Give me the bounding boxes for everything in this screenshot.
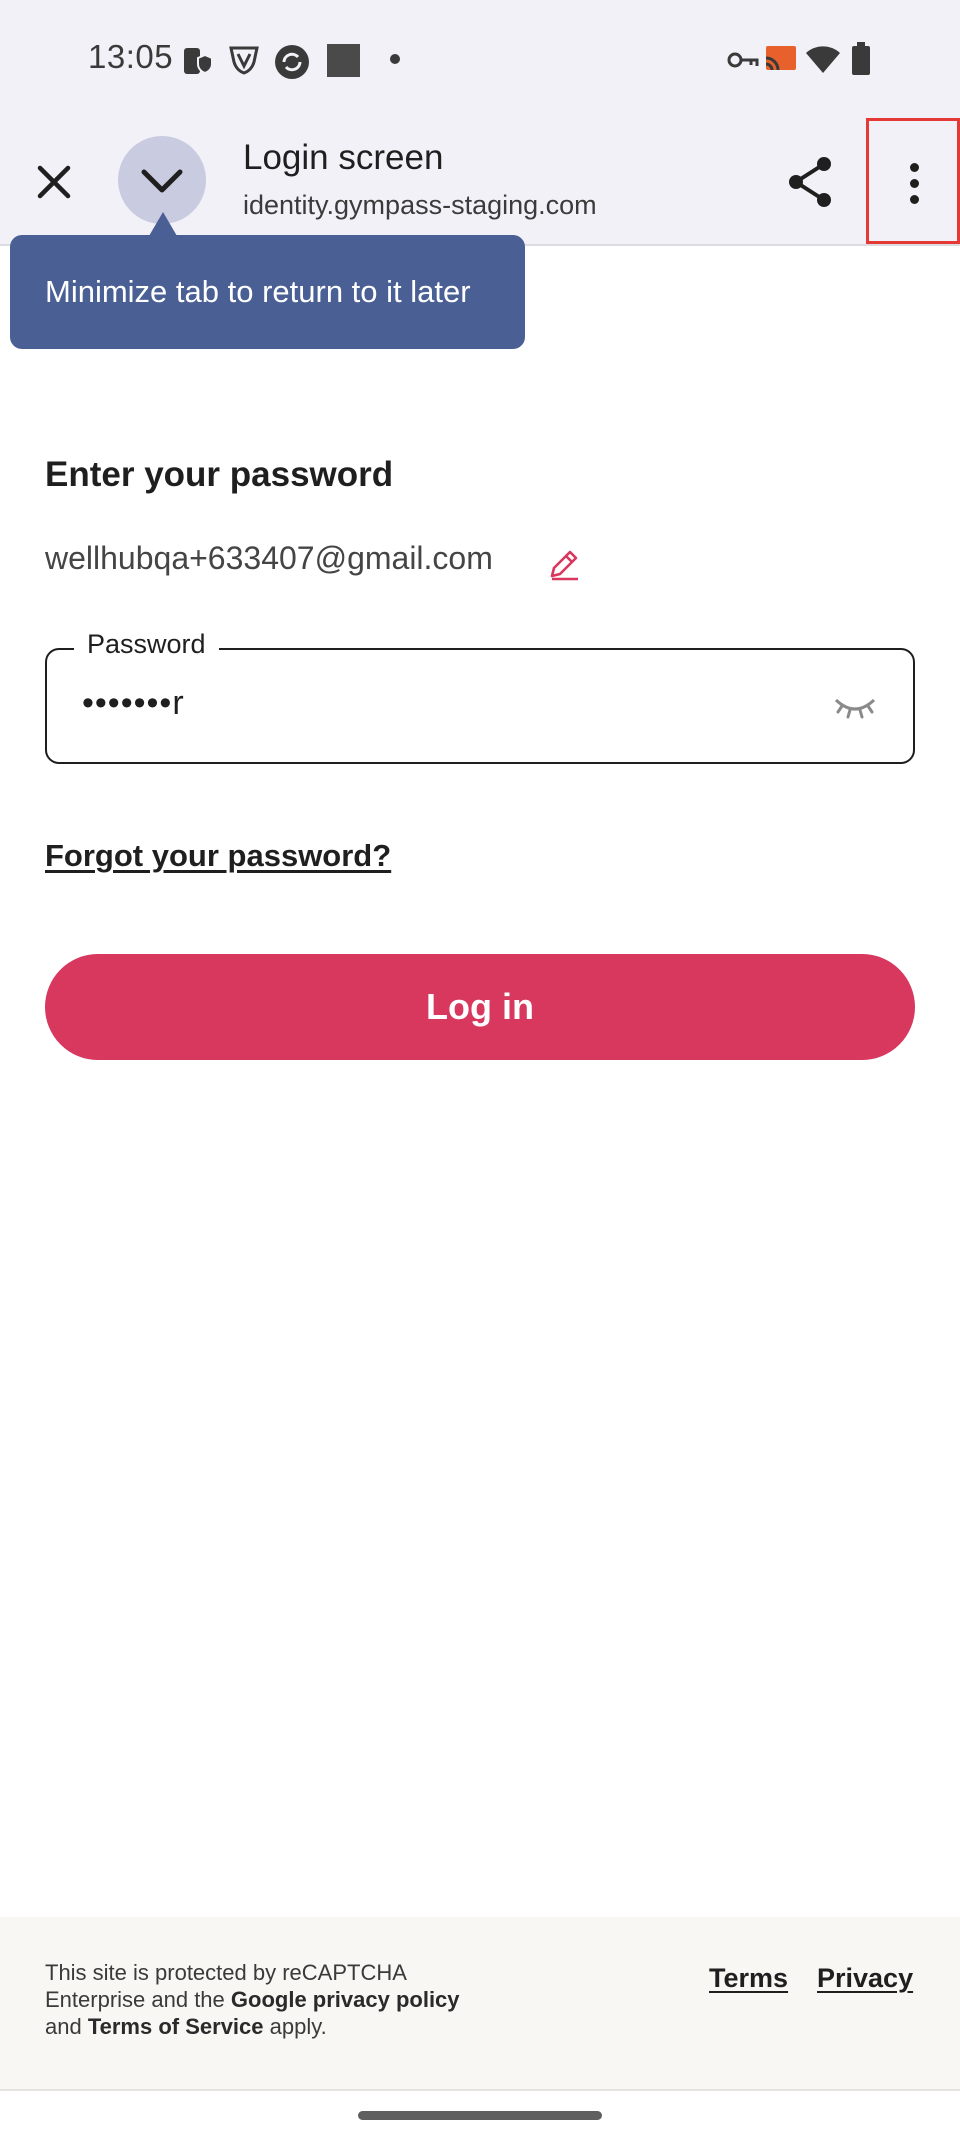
close-icon[interactable] bbox=[26, 154, 82, 210]
browser-toolbar: Login screen identity.gympass-staging.co… bbox=[0, 118, 960, 246]
forgot-password-link[interactable]: Forgot your password? bbox=[45, 838, 391, 874]
status-time: 13:05 bbox=[88, 38, 174, 75]
terms-of-service-link[interactable]: Terms of Service bbox=[88, 2014, 264, 2039]
chevron-down-icon bbox=[141, 169, 183, 193]
page-title: Login screen bbox=[243, 138, 444, 177]
share-icon[interactable] bbox=[782, 152, 842, 212]
edit-pencil-icon[interactable] bbox=[546, 546, 582, 582]
google-privacy-link[interactable]: Google privacy policy bbox=[231, 1987, 460, 2012]
more-options-button[interactable] bbox=[866, 118, 960, 244]
privacy-link[interactable]: Privacy bbox=[817, 1963, 913, 1994]
password-heading: Enter your password bbox=[45, 455, 394, 494]
terms-link[interactable]: Terms bbox=[709, 1963, 788, 1994]
password-label: Password bbox=[74, 629, 219, 660]
key-icon bbox=[727, 52, 759, 68]
vpn-shield-icon bbox=[229, 46, 259, 75]
sync-icon bbox=[275, 45, 309, 79]
page-url[interactable]: identity.gympass-staging.com bbox=[243, 190, 597, 221]
minimize-tooltip: Minimize tab to return to it later bbox=[10, 235, 525, 349]
recaptcha-notice: This site is protected by reCAPTCHA Ente… bbox=[45, 1960, 460, 2039]
password-input[interactable]: •••••••r bbox=[82, 684, 185, 723]
status-bar: 13:05 bbox=[0, 0, 960, 118]
cast-icon bbox=[765, 46, 796, 71]
phone-shield-icon bbox=[184, 48, 212, 75]
tooltip-arrow bbox=[149, 212, 177, 236]
home-indicator[interactable] bbox=[358, 2111, 602, 2120]
eye-closed-icon[interactable] bbox=[832, 692, 878, 722]
more-vert-icon bbox=[910, 163, 919, 172]
wifi-icon bbox=[806, 46, 840, 73]
footer: This site is protected by reCAPTCHA Ente… bbox=[0, 1917, 960, 2091]
dot-icon bbox=[390, 54, 400, 64]
battery-icon bbox=[852, 42, 870, 75]
square-app-icon bbox=[327, 44, 360, 77]
minimize-tab-button[interactable] bbox=[118, 136, 206, 224]
login-button[interactable]: Log in bbox=[45, 954, 915, 1060]
account-email: wellhubqa+633407@gmail.com bbox=[45, 540, 493, 576]
